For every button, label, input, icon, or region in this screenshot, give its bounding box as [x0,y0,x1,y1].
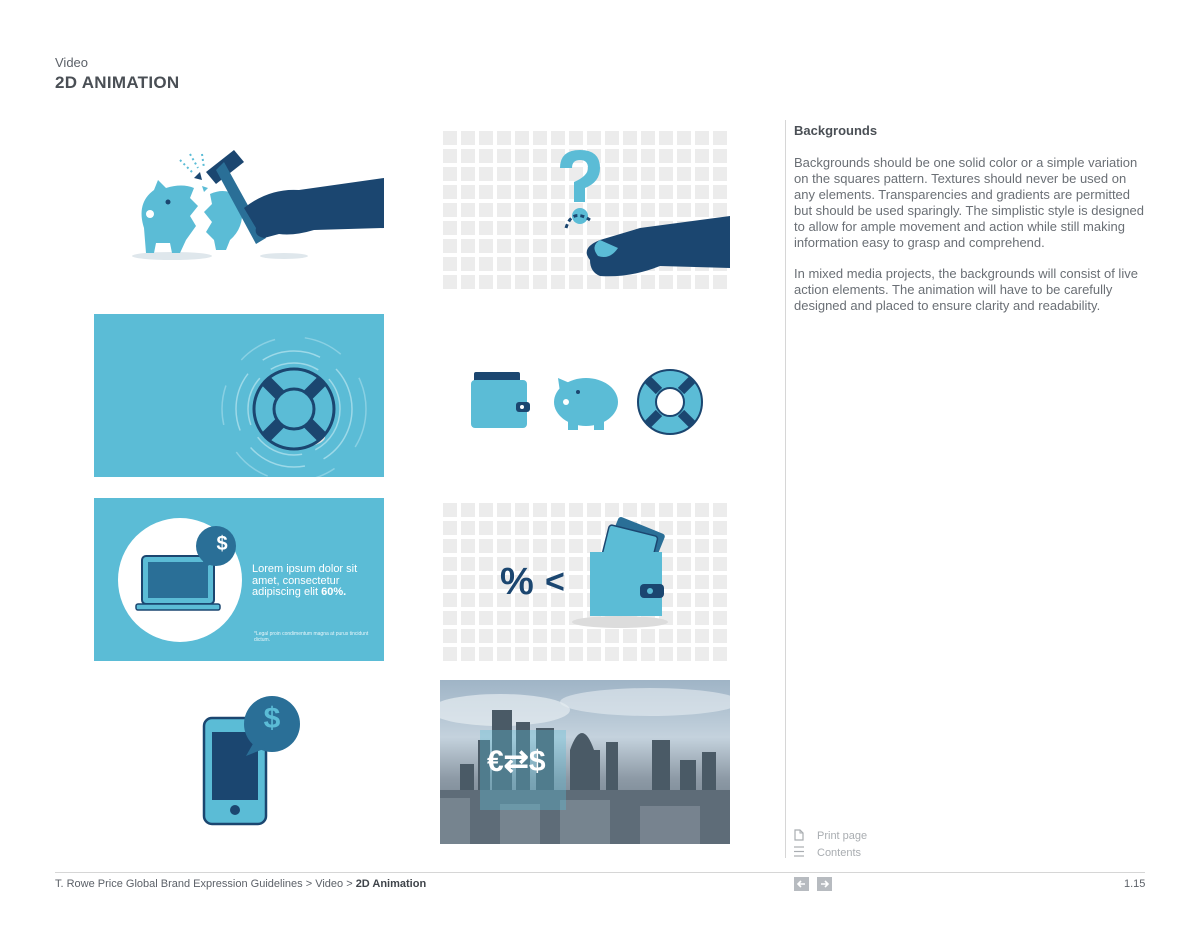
breadcrumb-video[interactable]: Video [315,878,343,890]
frame-percent-wallet [440,500,730,661]
frame-phone-dollar [94,684,384,844]
arrow-right-icon [821,880,830,888]
breadcrumb-current: 2D Animation [355,878,427,890]
currency-exchange-symbol: €⇄$ [487,745,546,778]
next-page-button[interactable] [817,877,832,891]
breadcrumb-separator: > [346,878,353,890]
laptop-frame-text: Lorem ipsum dolor sit amet, consectetur … [252,563,358,598]
sidebar-paragraph-2: In mixed media projects, the backgrounds… [794,266,1138,313]
print-page-link[interactable]: Print page [817,830,867,842]
contents-link[interactable]: Contents [817,847,861,859]
arrow-left-icon [796,880,805,888]
breadcrumb-guidelines[interactable]: T. Rowe Price Global Brand Expression Gu… [55,878,303,890]
sidebar-title: Backgrounds [794,123,878,138]
section-label: Video [55,55,89,70]
page-title: 2D ANIMATION [55,73,180,92]
frame-three-icons [440,314,730,477]
frame-life-ring [94,314,384,477]
footer-divider [55,872,1145,873]
less-than-symbol: < [545,563,565,601]
list-icon[interactable] [794,846,804,857]
prev-page-button[interactable] [794,877,809,891]
dollar-sign-phone: $ [263,702,281,735]
breadcrumb-separator: > [305,878,313,890]
laptop-highlight: 60%. [321,586,347,598]
frame-piggy-hammer [94,128,384,291]
document-icon[interactable] [794,829,804,841]
page-number: 1.15 [1124,878,1146,890]
frame-city-photo [440,680,730,844]
breadcrumb: T. Rowe Price Global Brand Expression Gu… [55,878,426,890]
percent-symbol: % [500,561,534,603]
laptop-fine-print: *Legal proin condimentum magna at purus … [254,631,369,643]
dollar-sign-laptop: $ [216,533,228,555]
frame-question-hand [440,128,730,291]
sidebar-paragraph-1: Backgrounds should be one solid color or… [794,155,1144,250]
